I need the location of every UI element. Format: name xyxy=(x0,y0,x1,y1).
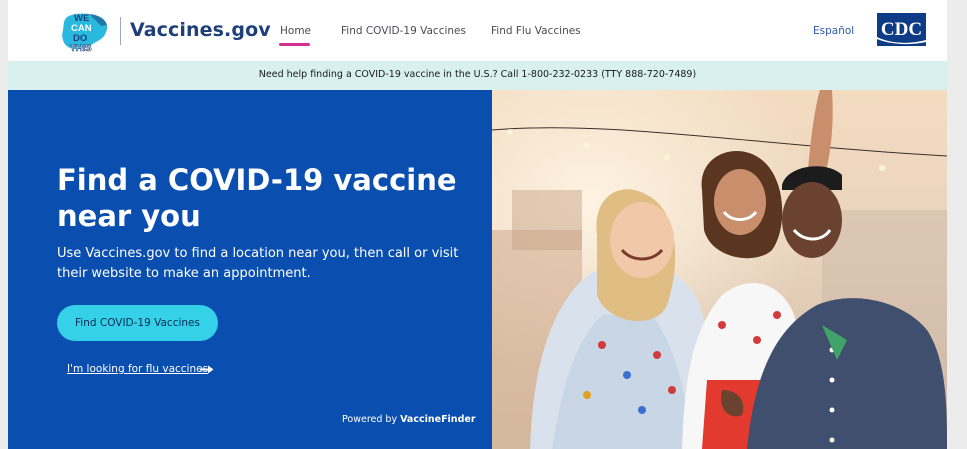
powered-by: Powered by VaccineFinder xyxy=(342,414,476,425)
site-brand[interactable]: Vaccines.gov xyxy=(130,19,271,41)
flu-vaccines-link[interactable]: I'm looking for flu vaccines xyxy=(67,363,208,375)
powered-by-brand: VaccineFinder xyxy=(400,414,476,425)
help-banner-text: Need help finding a COVID-19 vaccine in … xyxy=(258,69,697,80)
page-frame: WE CAN DO THIS Vaccines.gov Home Find CO… xyxy=(8,0,947,449)
language-toggle[interactable]: Español xyxy=(813,25,854,37)
active-nav-indicator xyxy=(279,43,310,46)
help-banner: Need help finding a COVID-19 vaccine in … xyxy=(8,61,947,90)
find-covid-vaccines-button[interactable]: Find COVID-19 Vaccines xyxy=(57,305,218,341)
nav-find-covid-vaccines[interactable]: Find COVID-19 Vaccines xyxy=(341,25,466,37)
hero-photo-illustration xyxy=(492,90,947,449)
nav-home[interactable]: Home xyxy=(280,25,311,37)
hero-title: Find a COVID-19 vaccine near you xyxy=(57,163,457,233)
cdc-logo[interactable]: CDC xyxy=(877,13,926,46)
hero-photo xyxy=(492,90,947,449)
logo-divider xyxy=(120,17,121,45)
hero-description: Use Vaccines.gov to find a location near… xyxy=(57,246,459,281)
arrow-right-icon[interactable] xyxy=(200,365,214,374)
top-nav: WE CAN DO THIS Vaccines.gov Home Find CO… xyxy=(8,0,947,62)
logo-text-this: THIS xyxy=(70,43,92,53)
we-can-do-this-logo[interactable]: WE CAN DO THIS xyxy=(60,10,110,53)
svg-text:CDC: CDC xyxy=(881,19,922,40)
nav-find-flu-vaccines[interactable]: Find Flu Vaccines xyxy=(491,25,581,37)
hero-panel: Find a COVID-19 vaccine near you Use Vac… xyxy=(8,90,492,449)
powered-by-prefix: Powered by xyxy=(342,414,398,425)
